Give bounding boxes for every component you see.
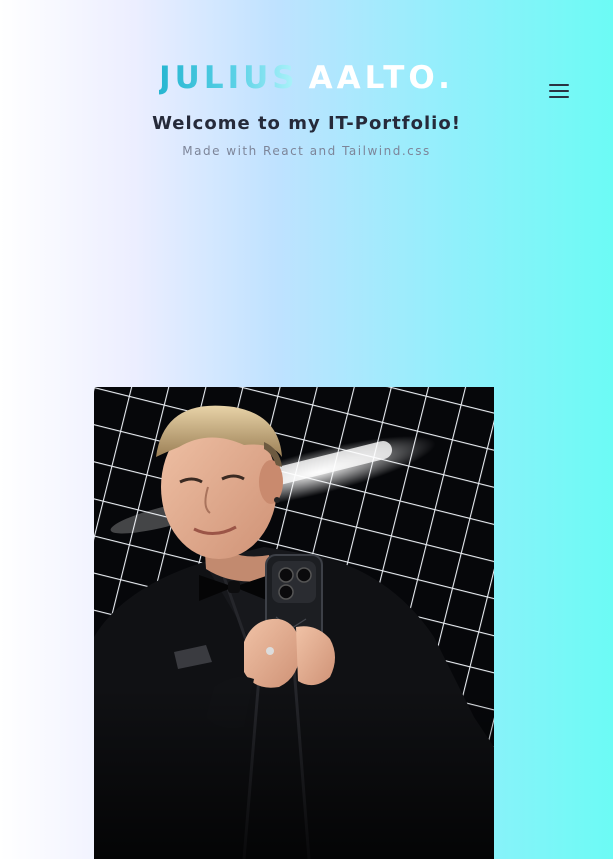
logo-first-name: JULIUS <box>159 60 299 96</box>
profile-photo <box>94 387 494 859</box>
logo-last-name: AALTO. <box>308 60 454 96</box>
menu-line-bottom <box>549 96 569 98</box>
menu-line-middle <box>549 90 569 92</box>
profile-photo-illustration <box>94 387 494 859</box>
hamburger-menu-icon[interactable] <box>547 80 571 102</box>
hero-header: JULIUS AALTO. Welcome to my IT-Portfolio!… <box>0 58 613 158</box>
menu-line-top <box>549 84 569 86</box>
site-logo[interactable]: JULIUS AALTO. <box>159 58 454 98</box>
tech-tagline: Made with React and Tailwind.css <box>182 144 431 158</box>
welcome-subtitle: Welcome to my IT-Portfolio! <box>152 113 461 134</box>
